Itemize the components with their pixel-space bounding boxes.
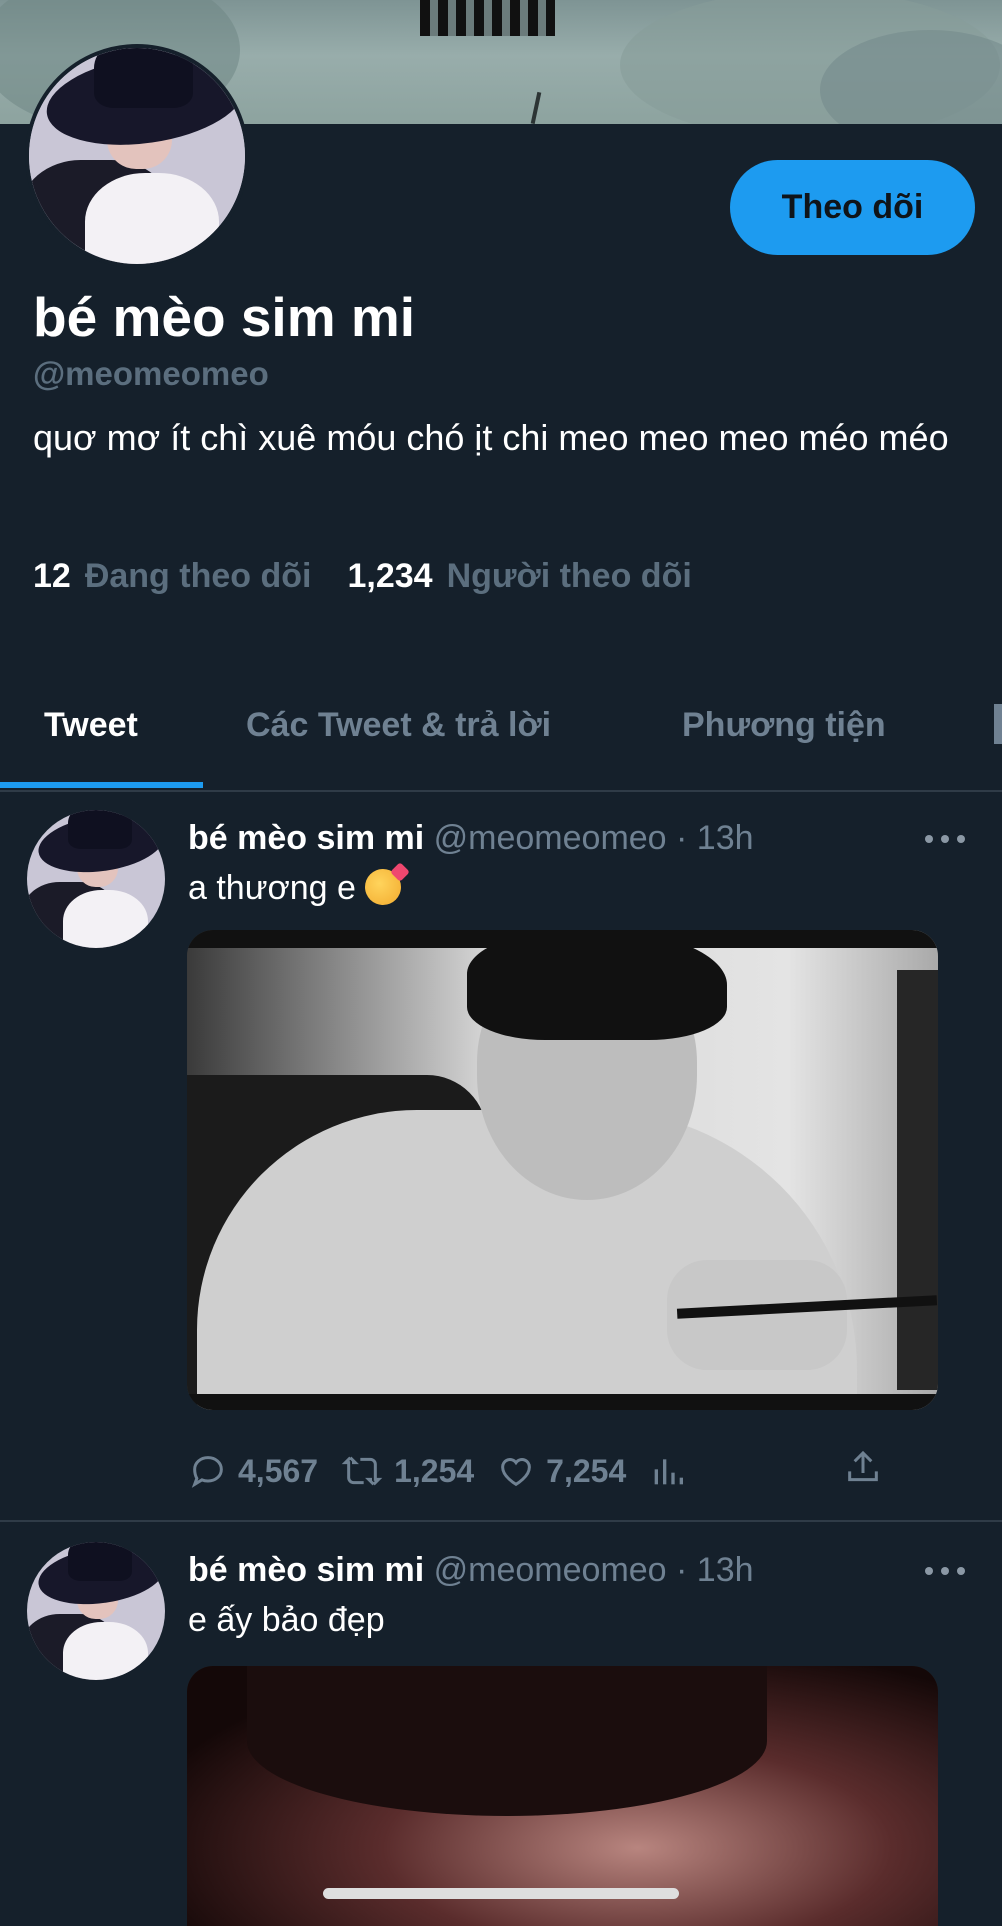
home-indicator[interactable] — [323, 1888, 679, 1899]
following-count: 12 — [33, 557, 71, 595]
profile-stats: 12 Đang theo dõi 1,234 Người theo dõi — [33, 554, 692, 598]
analytics-icon — [654, 1459, 684, 1485]
tweet-author-name[interactable]: bé mèo sim mi — [188, 819, 424, 857]
like-count: 7,254 — [546, 1452, 627, 1489]
tab-tweets-and-replies[interactable]: Các Tweet & trả lời — [246, 680, 551, 790]
followers-link[interactable]: 1,234 Người theo dõi — [347, 554, 691, 598]
following-link[interactable]: 12 Đang theo dõi — [33, 554, 311, 598]
retweet-count: 1,254 — [394, 1452, 475, 1489]
retweet-icon — [341, 1456, 383, 1486]
smiling-face-with-hearts-icon — [365, 869, 402, 905]
profile-display-name: bé mèo sim mi — [33, 286, 416, 348]
tweet-meta: @meomeomeo · 13h — [433, 819, 754, 857]
tweet-divider — [0, 1520, 1002, 1522]
tweet-avatar[interactable] — [27, 1542, 165, 1680]
profile-bio: quơ mơ ít chì xuê móu chó ịt chi meo meo… — [33, 417, 949, 458]
profile-handle: @meomeomeo — [33, 355, 269, 392]
profile-avatar[interactable] — [25, 44, 249, 268]
follow-button[interactable]: Theo dõi — [730, 160, 975, 255]
following-label: Đang theo dõi — [84, 557, 312, 595]
tabs-divider — [0, 790, 1002, 792]
like-button[interactable]: 7,254 — [496, 1451, 626, 1491]
tweet-avatar[interactable] — [27, 810, 165, 948]
tweet-actions: 4,567 1,254 7,254 — [188, 1446, 968, 1496]
more-options-icon[interactable] — [925, 1564, 965, 1578]
tab-tweets[interactable]: Tweet — [44, 680, 138, 790]
retweet-button[interactable]: 1,254 — [340, 1451, 474, 1491]
more-options-icon[interactable] — [925, 832, 965, 846]
heart-icon — [501, 1458, 531, 1487]
tab-overflow-indicator — [994, 704, 1002, 744]
reply-icon — [191, 1456, 223, 1488]
followers-count: 1,234 — [347, 557, 433, 595]
followers-label: Người theo dõi — [446, 557, 692, 595]
reply-count: 4,567 — [238, 1452, 319, 1489]
tab-media[interactable]: Phương tiện — [682, 680, 886, 790]
share-button[interactable] — [843, 1448, 883, 1496]
analytics-button[interactable] — [648, 1451, 698, 1491]
tweet-text: a thương e — [188, 866, 402, 910]
active-tab-indicator — [0, 782, 203, 788]
share-icon — [848, 1450, 878, 1482]
tweet-header: bé mèo sim mi @meomeomeo · 13h — [188, 816, 754, 860]
profile-tabs: Tweet Các Tweet & trả lời Phương tiện — [0, 680, 1002, 790]
tweet-media[interactable] — [187, 1666, 938, 1926]
reply-button[interactable]: 4,567 — [188, 1451, 318, 1491]
tweet-text: e ấy bảo đẹp — [188, 1601, 385, 1639]
tweet-meta: @meomeomeo · 13h — [433, 1551, 754, 1589]
tweet-media[interactable] — [187, 930, 938, 1410]
tweet-header: bé mèo sim mi @meomeomeo · 13h — [188, 1548, 754, 1592]
tweet-author-name[interactable]: bé mèo sim mi — [188, 1551, 424, 1589]
